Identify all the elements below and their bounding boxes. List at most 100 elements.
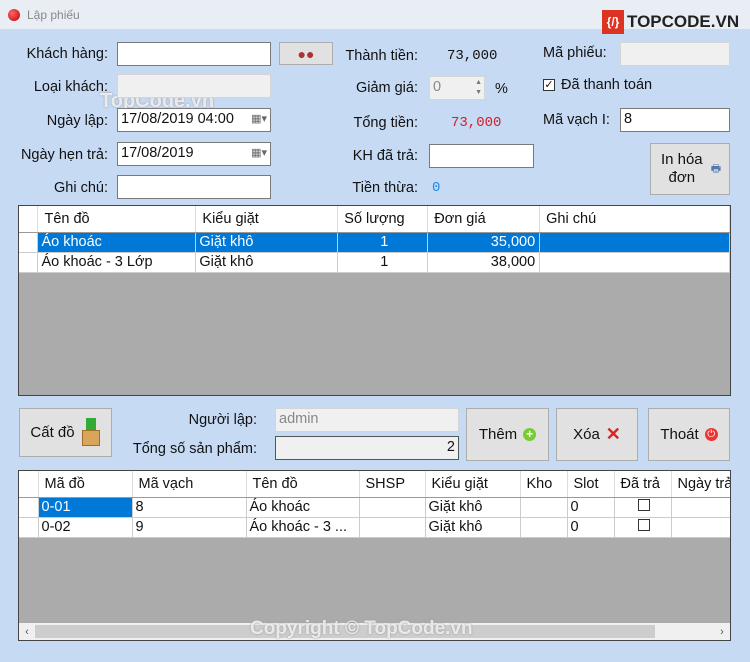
cell[interactable] xyxy=(671,497,730,518)
spinner-arrows-icon[interactable]: ▲ ▼ xyxy=(475,78,482,98)
column-header[interactable]: Ngày trả xyxy=(671,471,730,498)
cell[interactable] xyxy=(671,517,730,538)
cell[interactable]: 38,000 xyxy=(427,252,541,273)
column-header[interactable]: Đã trả xyxy=(614,471,672,498)
cell[interactable]: 0-02 xyxy=(38,517,133,538)
da-tra-checkbox[interactable] xyxy=(614,497,672,518)
ghi-chu-input[interactable] xyxy=(117,175,271,199)
calendar-dropdown-icon[interactable]: ▦▾ xyxy=(251,146,267,159)
in-hoa-don-button[interactable]: In hóa đơn 🖶 xyxy=(650,143,730,195)
cell[interactable]: Áo khoác xyxy=(246,497,360,518)
column-header[interactable]: Tên đồ xyxy=(37,206,197,233)
cell[interactable]: Giặt khô xyxy=(425,517,521,538)
app-icon xyxy=(8,9,20,21)
cell[interactable]: 1 xyxy=(337,232,429,253)
row-header[interactable] xyxy=(19,252,39,273)
them-button[interactable]: Thêm + xyxy=(466,408,549,461)
tong-tien-value: 73,000 xyxy=(451,115,502,131)
copyright-watermark: Copyright © TopCode.vn xyxy=(250,618,473,639)
cell[interactable]: Áo khoác xyxy=(37,232,197,253)
cell[interactable]: Áo khoác - 3 Lớp xyxy=(37,252,197,273)
topcode-logo: {/} TOPCODE.VN xyxy=(602,10,739,34)
column-header[interactable]: Số lượng xyxy=(337,206,429,233)
cell[interactable] xyxy=(520,497,568,518)
da-tra-checkbox[interactable] xyxy=(614,517,672,538)
cell[interactable] xyxy=(539,232,730,253)
column-header[interactable]: Kiểu giặt xyxy=(425,471,521,498)
store-box-icon xyxy=(81,417,101,448)
thoat-label: Thoát xyxy=(660,426,699,443)
cell[interactable] xyxy=(520,517,568,538)
khach-hang-label: Khách hàng: xyxy=(26,46,108,62)
kh-da-tra-input[interactable] xyxy=(429,144,534,168)
scroll-left-icon[interactable]: ‹ xyxy=(19,626,35,638)
calendar-dropdown-icon[interactable]: ▦▾ xyxy=(251,112,267,125)
table-row[interactable]: Áo khoác Giặt khô 1 35,000 xyxy=(19,232,730,253)
thoat-button[interactable]: Thoát ⏻ xyxy=(648,408,730,461)
column-header[interactable]: Mã vạch xyxy=(132,471,247,498)
ma-phieu-input[interactable] xyxy=(620,42,730,66)
cell[interactable]: 35,000 xyxy=(427,232,541,253)
cell[interactable]: 8 xyxy=(132,497,247,518)
tong-tien-label: Tổng tiền: xyxy=(353,115,419,131)
column-header[interactable]: Mã đồ xyxy=(38,471,133,498)
cell[interactable]: Áo khoác - 3 ... xyxy=(246,517,360,538)
delete-x-icon: ✕ xyxy=(605,424,621,444)
printer-icon: 🖶 xyxy=(710,162,722,175)
them-label: Thêm xyxy=(478,426,518,443)
nguoi-lap-input[interactable]: admin xyxy=(275,408,459,432)
cell[interactable]: 0-01 xyxy=(38,497,133,518)
da-thanh-toan-checkbox[interactable]: ✓ Đã thanh toán xyxy=(543,77,652,93)
column-header[interactable]: Slot xyxy=(567,471,615,498)
khach-hang-input[interactable] xyxy=(117,42,271,66)
cell[interactable]: 1 xyxy=(337,252,429,273)
column-header[interactable]: Ghi chú xyxy=(539,206,730,233)
row-header[interactable] xyxy=(19,232,39,253)
cell[interactable]: 0 xyxy=(567,517,615,538)
cat-do-button[interactable]: Cất đồ xyxy=(19,408,112,457)
loai-khach-input[interactable] xyxy=(117,74,271,98)
products-grid[interactable]: Mã đồ Mã vạch Tên đồ SHSP Kiểu giặt Kho … xyxy=(18,470,731,641)
cell[interactable] xyxy=(359,497,426,518)
thanh-tien-value: 73,000 xyxy=(447,48,498,64)
cell[interactable]: Giặt khô xyxy=(195,252,339,273)
items-grid[interactable]: Tên đồ Kiểu giặt Số lượng Đơn giá Ghi ch… xyxy=(18,205,731,396)
cell[interactable] xyxy=(539,252,730,273)
xoa-button[interactable]: Xóa ✕ xyxy=(556,408,638,461)
loai-khach-label: Loại khách: xyxy=(33,79,108,95)
products-grid-header: Mã đồ Mã vạch Tên đồ SHSP Kiểu giặt Kho … xyxy=(19,471,730,498)
cell[interactable] xyxy=(359,517,426,538)
search-customer-button[interactable]: ●● xyxy=(279,42,333,65)
tong-sp-label: Tổng số sản phẩm: xyxy=(132,441,257,457)
column-header[interactable]: Tên đồ xyxy=(246,471,360,498)
xoa-label: Xóa xyxy=(573,426,600,443)
ma-vach-label: Mã vạch I: xyxy=(543,112,610,128)
table-row[interactable]: Áo khoác - 3 Lớp Giặt khô 1 38,000 xyxy=(19,252,730,273)
scroll-right-icon[interactable]: › xyxy=(714,626,730,638)
percent-label: % xyxy=(495,81,508,97)
row-header[interactable] xyxy=(19,517,39,538)
column-header[interactable]: SHSP xyxy=(359,471,426,498)
cell[interactable]: 0 xyxy=(567,497,615,518)
cell[interactable]: Giặt khô xyxy=(195,232,339,253)
cell[interactable]: 9 xyxy=(132,517,247,538)
column-header[interactable]: Kho xyxy=(520,471,568,498)
tong-sp-input[interactable]: 2 xyxy=(275,436,459,460)
row-header[interactable] xyxy=(19,497,39,518)
ngay-hen-tra-picker[interactable]: 17/08/2019 ▦▾ xyxy=(117,142,271,166)
column-header[interactable]: Đơn giá xyxy=(427,206,541,233)
ma-phieu-label: Mã phiếu: xyxy=(543,45,607,61)
giam-gia-label: Giảm giá: xyxy=(355,80,418,96)
column-header[interactable]: Kiểu giặt xyxy=(195,206,339,233)
ma-vach-input[interactable]: 8 xyxy=(620,108,730,132)
items-grid-header: Tên đồ Kiểu giặt Số lượng Đơn giá Ghi ch… xyxy=(19,206,730,233)
table-row[interactable]: 0-01 8 Áo khoác Giặt khô 0 xyxy=(19,497,730,518)
table-row[interactable]: 0-02 9 Áo khoác - 3 ... Giặt khô 0 xyxy=(19,517,730,538)
cell[interactable]: Giặt khô xyxy=(425,497,521,518)
thanh-tien-label: Thành tiền: xyxy=(345,48,418,64)
giam-gia-spinner[interactable]: 0 ▲ ▼ xyxy=(429,76,485,100)
cat-do-label: Cất đồ xyxy=(30,424,75,441)
ngay-lap-picker[interactable]: 17/08/2019 04:00 ▦▾ xyxy=(117,108,271,132)
in-hoa-don-label: In hóa đơn xyxy=(660,151,703,186)
tien-thua-value: 0 xyxy=(432,180,441,196)
